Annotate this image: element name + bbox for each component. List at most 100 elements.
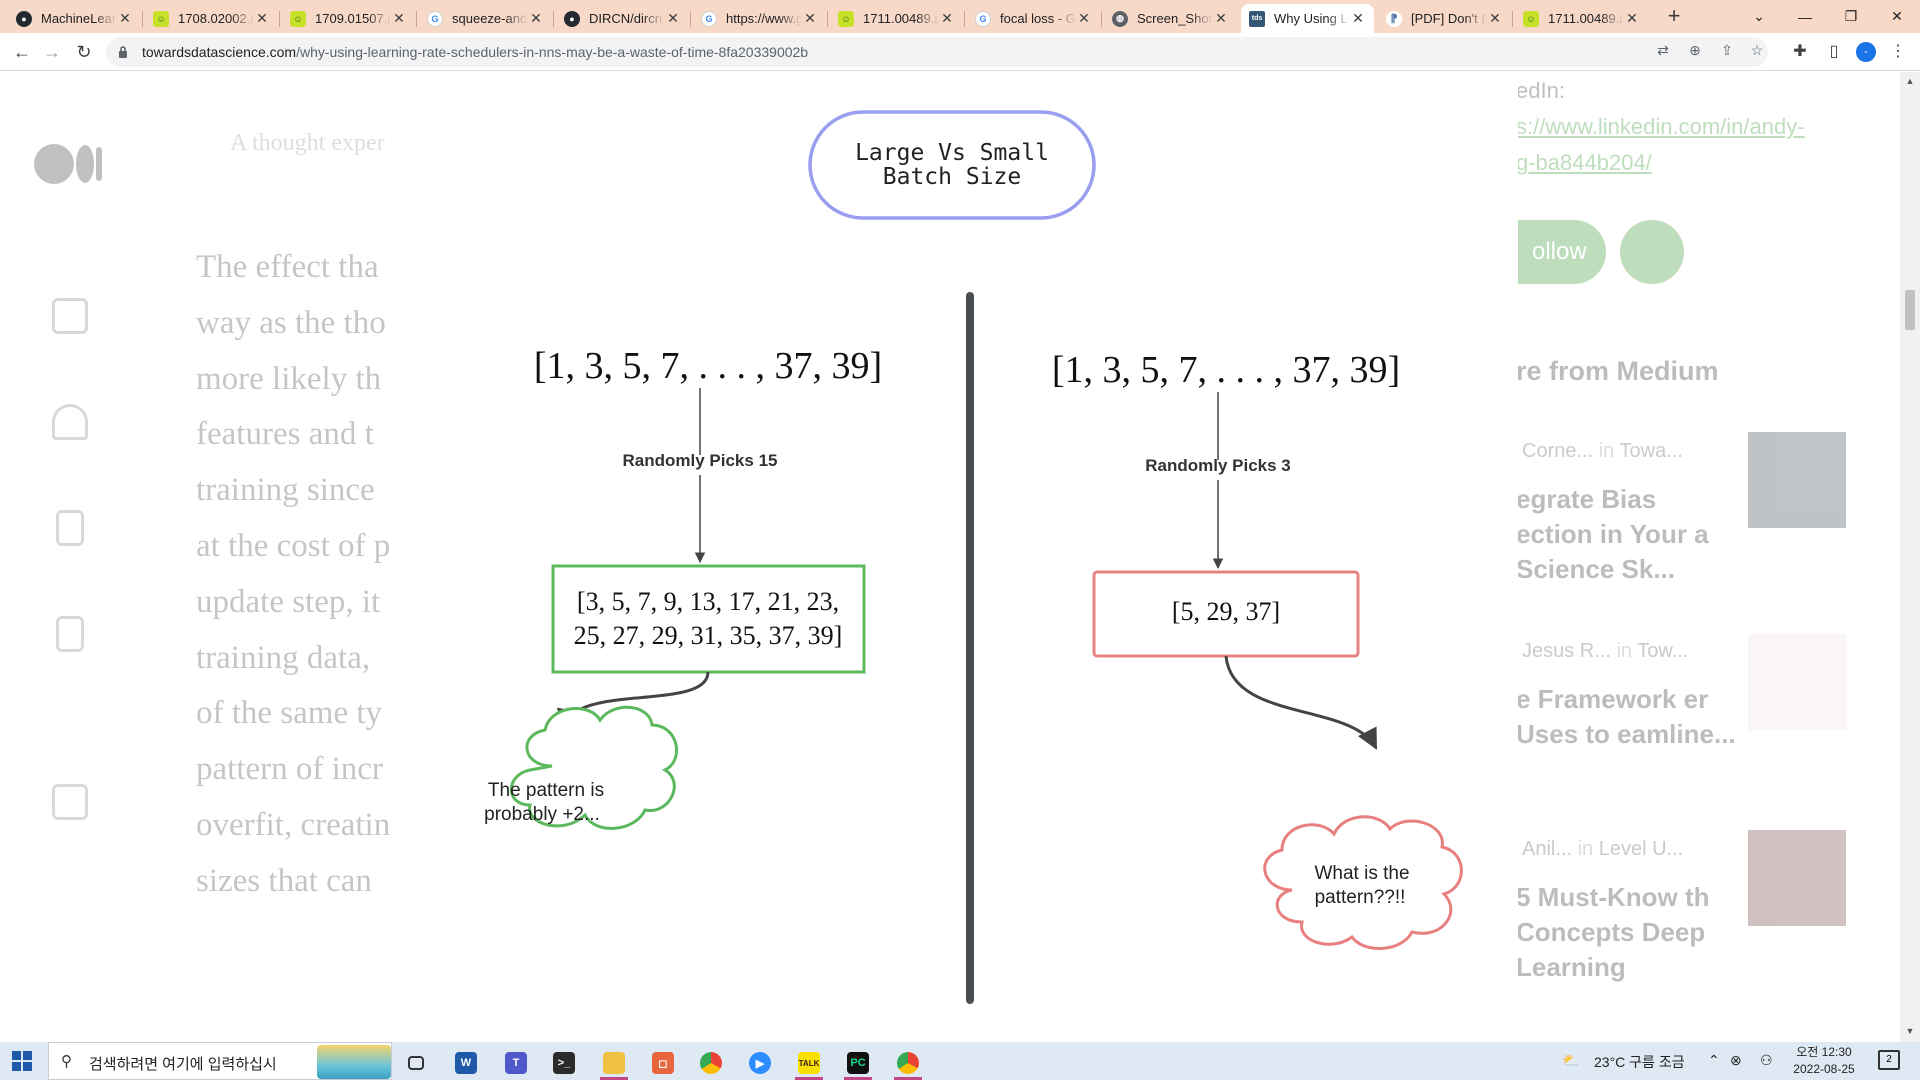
story-author[interactable]: Anil... in Level U... — [1522, 838, 1683, 861]
weather-text[interactable]: 23°C 구름 조금 — [1594, 1052, 1685, 1072]
tab[interactable]: Ghttps://www.g ✕ — [693, 4, 826, 33]
zoom-icon[interactable]: ⊕ — [1684, 42, 1706, 62]
taskbar-clock[interactable]: 오전 12:30 2022-08-25 — [1784, 1044, 1864, 1078]
notification-center-icon[interactable]: 2 — [1878, 1050, 1900, 1070]
globe-icon: ◍ — [1112, 10, 1128, 27]
follow-button[interactable]: ollow — [1516, 220, 1606, 284]
profile-avatar[interactable]: - — [1856, 42, 1876, 62]
file-explorer-icon[interactable] — [594, 1046, 634, 1080]
linkedin-link[interactable]: s://www.linkedin.com/in/andy- — [1516, 114, 1805, 140]
linkedin-label: edIn: — [1516, 78, 1565, 103]
taskbar-search-box[interactable]: ⚲ 검색하려면 여기에 입력하십시 — [48, 1042, 392, 1080]
side-panel-icon[interactable]: ▯ — [1822, 40, 1846, 64]
close-icon[interactable]: ✕ — [665, 10, 681, 27]
reload-icon[interactable]: ↻ — [70, 38, 98, 66]
minimize-icon[interactable]: — — [1782, 0, 1828, 33]
zoom-icon[interactable]: ▶ — [740, 1046, 780, 1080]
tab-title: MachineLearn — [41, 11, 117, 26]
close-icon[interactable]: ✕ — [1076, 10, 1092, 27]
teams-icon[interactable]: T — [496, 1046, 536, 1080]
terminal-icon[interactable]: >_ — [544, 1046, 584, 1080]
translate-icon[interactable]: ⇄ — [1652, 42, 1674, 62]
scroll-thumb[interactable] — [1905, 290, 1915, 330]
left-pick-label: Randomly Picks 15 — [623, 451, 778, 470]
bookmark-star-icon[interactable]: ☆ — [1746, 42, 1768, 62]
story-title[interactable]: e Framework er Uses to eamline... — [1516, 682, 1736, 752]
back-icon[interactable]: ← — [8, 38, 36, 66]
weather-cloud-sun-icon[interactable]: ⛅ — [1562, 1052, 1579, 1069]
kakaotalk-icon[interactable]: TALK — [789, 1046, 829, 1080]
extensions-icon[interactable]: ✚ — [1788, 40, 1812, 64]
close-icon[interactable]: ✕ — [1487, 10, 1503, 27]
tab[interactable]: ⁋ [PDF] Don't D ✕ — [1378, 4, 1511, 33]
windows-start-icon[interactable] — [12, 1051, 32, 1071]
forward-icon[interactable]: → — [38, 38, 66, 66]
stories-icon[interactable] — [56, 616, 84, 652]
tab[interactable]: ☺ 1711.00489.p ✕ — [830, 4, 963, 33]
close-icon[interactable]: ✕ — [939, 10, 955, 27]
tab-title: 1709.01507.p — [315, 11, 391, 26]
close-icon[interactable]: ✕ — [528, 10, 544, 27]
tab[interactable]: ● DIRCN/dircn. ✕ — [556, 4, 689, 33]
tab[interactable]: Gfocal loss - G ✕ — [967, 4, 1100, 33]
close-icon[interactable]: ✕ — [1624, 10, 1640, 27]
close-window-icon[interactable]: ✕ — [1874, 0, 1920, 33]
tab[interactable]: ☺ 1709.01507.p ✕ — [282, 4, 415, 33]
right-sidebar: edIn: s://www.linkedin.com/in/andy- g-ba… — [1516, 72, 1856, 1042]
close-icon[interactable]: ✕ — [1213, 10, 1229, 27]
story-thumbnail[interactable] — [1748, 634, 1846, 730]
show-hidden-icons-chevron[interactable]: ⌃ — [1708, 1052, 1720, 1069]
close-icon[interactable]: ✕ — [391, 10, 407, 27]
notifications-bell-icon[interactable] — [52, 404, 88, 440]
tab-title: 1708.02002.p — [178, 11, 254, 26]
close-icon[interactable]: ✕ — [802, 10, 818, 27]
story-author[interactable]: Jesus R... in Tow... — [1522, 640, 1688, 663]
word-icon[interactable]: W — [446, 1046, 486, 1080]
linkedin-link[interactable]: g-ba844b204/ — [1516, 150, 1652, 176]
restore-icon[interactable]: ❐ — [1828, 0, 1874, 33]
tab[interactable]: ☺ 1711.00489.p ✕ — [1515, 4, 1648, 33]
right-thought-text: What is the — [1314, 863, 1409, 884]
pycharm-icon[interactable]: PC — [838, 1046, 878, 1080]
tab-title: https://www.g — [726, 11, 802, 26]
right-thought-text: pattern??!! — [1315, 887, 1406, 908]
left-sample-box — [551, 564, 866, 674]
close-icon[interactable]: ✕ — [1350, 10, 1366, 27]
chrome-profile-icon[interactable] — [888, 1046, 928, 1080]
close-icon[interactable]: ✕ — [117, 10, 133, 27]
address-bar[interactable]: towardsdatascience.com/why-using-learnin… — [106, 37, 1768, 67]
left-sequence: [1, 3, 5, 7, . . . , 37, 39] — [534, 345, 882, 387]
article-subtitle: A thought exper — [230, 130, 385, 156]
new-tab-button[interactable]: + — [1662, 5, 1686, 29]
app-orange-icon[interactable]: ◻ — [643, 1046, 683, 1080]
close-icon[interactable]: ✕ — [254, 10, 270, 27]
story-title[interactable]: 5 Must-Know th Concepts Deep Learning — [1516, 880, 1736, 985]
medium-logo[interactable] — [34, 144, 102, 184]
tab[interactable]: ● MachineLearn ✕ — [8, 4, 141, 33]
tab-search-chevron-icon[interactable]: ⌄ — [1736, 0, 1782, 33]
bookmarks-icon[interactable] — [56, 510, 84, 546]
scroll-up-icon[interactable]: ▲ — [1904, 76, 1916, 88]
network-icon[interactable]: ⚇ — [1760, 1052, 1773, 1069]
right-curved-arrow — [1224, 655, 1378, 750]
tab[interactable]: Gsqueeze-and- ✕ — [419, 4, 552, 33]
tab[interactable]: ◍ Screen_Shot_ ✕ — [1104, 4, 1237, 33]
tds-icon: tds — [1249, 10, 1265, 27]
menu-kebab-icon[interactable]: ⋮ — [1886, 40, 1910, 64]
story-thumbnail[interactable] — [1748, 830, 1846, 926]
story-thumbnail[interactable] — [1748, 432, 1846, 528]
home-icon[interactable] — [52, 298, 88, 334]
task-view-icon[interactable] — [396, 1046, 436, 1080]
tab-active[interactable]: tds Why Using Le ✕ — [1241, 4, 1374, 33]
story-author[interactable]: Corne... in Towa... — [1522, 440, 1683, 463]
story-title[interactable]: egrate Bias ection in Your a Science Sk.… — [1516, 482, 1736, 587]
tray-app-icon[interactable]: ⊗ — [1730, 1052, 1742, 1069]
chrome-icon[interactable] — [691, 1046, 731, 1080]
write-icon[interactable] — [52, 784, 88, 820]
scroll-down-icon[interactable]: ▼ — [1904, 1026, 1916, 1038]
share-icon[interactable]: ⇪ — [1716, 42, 1738, 62]
tab[interactable]: ☺ 1708.02002.p ✕ — [145, 4, 278, 33]
page-scrollbar[interactable]: ▲ ▼ — [1900, 72, 1920, 1042]
left-sample-text: 25, 27, 29, 31, 35, 37, 39] — [574, 621, 843, 650]
subscribe-mail-icon[interactable] — [1620, 220, 1684, 284]
